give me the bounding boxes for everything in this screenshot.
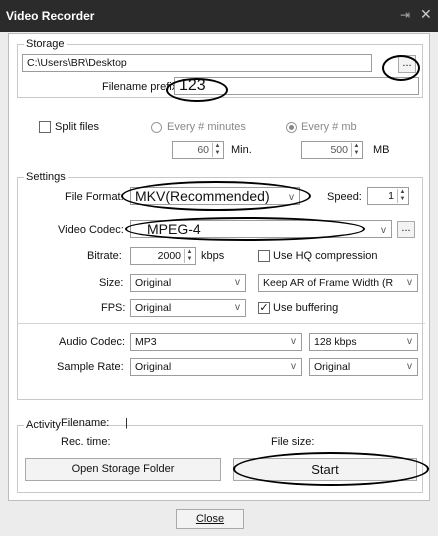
video-codec-label: Video Codec: — [58, 224, 124, 236]
codec-options-button[interactable]: ... — [397, 221, 415, 238]
video-recorder-window: Video Recorder ⇥ ✕ Storage C:\Users\BR\D… — [0, 0, 438, 536]
chevron-down-icon: v — [235, 277, 240, 288]
sample-rate-label: Sample Rate: — [57, 361, 124, 373]
annotation-ellipse-prefix — [166, 78, 228, 102]
chevron-down-icon: v — [381, 225, 386, 236]
fps-label: FPS: — [101, 302, 126, 314]
chevron-down-icon: v — [235, 302, 240, 313]
spin-arrows-icon[interactable]: ▲ ▼ — [212, 143, 222, 157]
chevron-down-icon: v — [407, 361, 412, 372]
minutes-spinner[interactable]: 60 ▲ ▼ — [172, 141, 224, 159]
rec-time-label: Rec. time: — [61, 436, 111, 448]
chevron-down-icon: v — [407, 277, 412, 288]
bitrate-label: Bitrate: — [87, 250, 122, 262]
close-button[interactable]: Close — [176, 509, 244, 529]
use-buffering-label: Use buffering — [273, 302, 339, 314]
mb-value: 500 — [330, 144, 348, 156]
audio-codec-value: MP3 — [135, 336, 157, 348]
every-mb-radio[interactable] — [286, 122, 297, 133]
open-storage-folder-button[interactable]: Open Storage Folder — [25, 458, 221, 481]
file-format-label: File Format: — [65, 191, 124, 203]
sample-rate-value: Original — [135, 361, 172, 373]
main-panel: Storage C:\Users\BR\Desktop ... Filename… — [8, 33, 430, 501]
annotation-ellipse-format — [121, 181, 311, 211]
title-bar: Video Recorder ⇥ ✕ — [0, 0, 438, 32]
fps-value: Original — [135, 302, 172, 314]
speed-label: Speed: — [327, 191, 362, 203]
spin-arrows-icon[interactable]: ▲ ▼ — [184, 249, 194, 263]
spin-arrows-icon[interactable]: ▲ ▼ — [351, 143, 361, 157]
annotation-ellipse-browse — [382, 55, 420, 81]
fps-select[interactable]: Original v — [130, 299, 246, 317]
minutes-value: 60 — [197, 144, 209, 156]
settings-divider — [17, 323, 425, 324]
settings-legend: Settings — [24, 171, 68, 183]
channels-value: Original — [314, 361, 351, 373]
speed-value: 1 — [388, 190, 394, 202]
use-hq-label: Use HQ compression — [273, 250, 378, 262]
window-title: Video Recorder — [6, 9, 95, 23]
mb-unit: MB — [373, 144, 390, 156]
bitrate-unit: kbps — [201, 250, 225, 262]
close-icon[interactable]: ✕ — [420, 6, 432, 23]
bitrate-spinner[interactable]: 2000 ▲ ▼ — [130, 247, 196, 265]
minutes-unit: Min. — [231, 144, 252, 156]
size-value: Original — [135, 277, 172, 289]
every-minutes-radio[interactable] — [151, 122, 162, 133]
annotation-ellipse-start — [233, 452, 429, 486]
mb-spinner[interactable]: 500 ▲ ▼ — [301, 141, 363, 159]
audio-codec-label: Audio Codec: — [59, 336, 126, 348]
use-buffering-checkbox[interactable]: ✓ — [258, 302, 270, 314]
keep-ar-value: Keep AR of Frame Width (R — [263, 277, 394, 289]
every-mb-label: Every # mb — [301, 121, 357, 133]
keep-ar-select[interactable]: Keep AR of Frame Width (R v — [258, 274, 418, 292]
use-hq-checkbox[interactable] — [258, 250, 270, 262]
footer-bar: Close — [0, 503, 438, 536]
split-files-checkbox[interactable] — [39, 121, 51, 133]
chevron-down-icon: v — [407, 336, 412, 347]
size-label: Size: — [99, 277, 124, 289]
filename-value: | — [125, 417, 128, 429]
audio-bitrate-value: 128 kbps — [314, 336, 357, 348]
annotation-ellipse-codec — [125, 217, 365, 241]
every-minutes-label: Every # minutes — [167, 121, 246, 133]
pin-icon[interactable]: ⇥ — [400, 8, 410, 22]
file-size-label: File size: — [271, 436, 315, 448]
split-files-label: Split files — [55, 121, 100, 133]
chevron-down-icon: v — [291, 336, 296, 347]
chevron-down-icon: v — [291, 361, 296, 372]
activity-legend: Activity — [24, 419, 63, 431]
size-select[interactable]: Original v — [130, 274, 246, 292]
bitrate-value: 2000 — [157, 250, 181, 262]
sample-rate-select[interactable]: Original v — [130, 358, 302, 376]
storage-path-field[interactable]: C:\Users\BR\Desktop — [22, 54, 372, 72]
filename-label: Filename: — [61, 417, 110, 429]
storage-legend: Storage — [24, 38, 67, 50]
channels-select[interactable]: Original v — [309, 358, 418, 376]
audio-codec-select[interactable]: MP3 v — [130, 333, 302, 351]
speed-spinner[interactable]: 1 ▲ ▼ — [367, 187, 409, 205]
audio-bitrate-select[interactable]: 128 kbps v — [309, 333, 418, 351]
spin-arrows-icon[interactable]: ▲ ▼ — [397, 189, 407, 203]
